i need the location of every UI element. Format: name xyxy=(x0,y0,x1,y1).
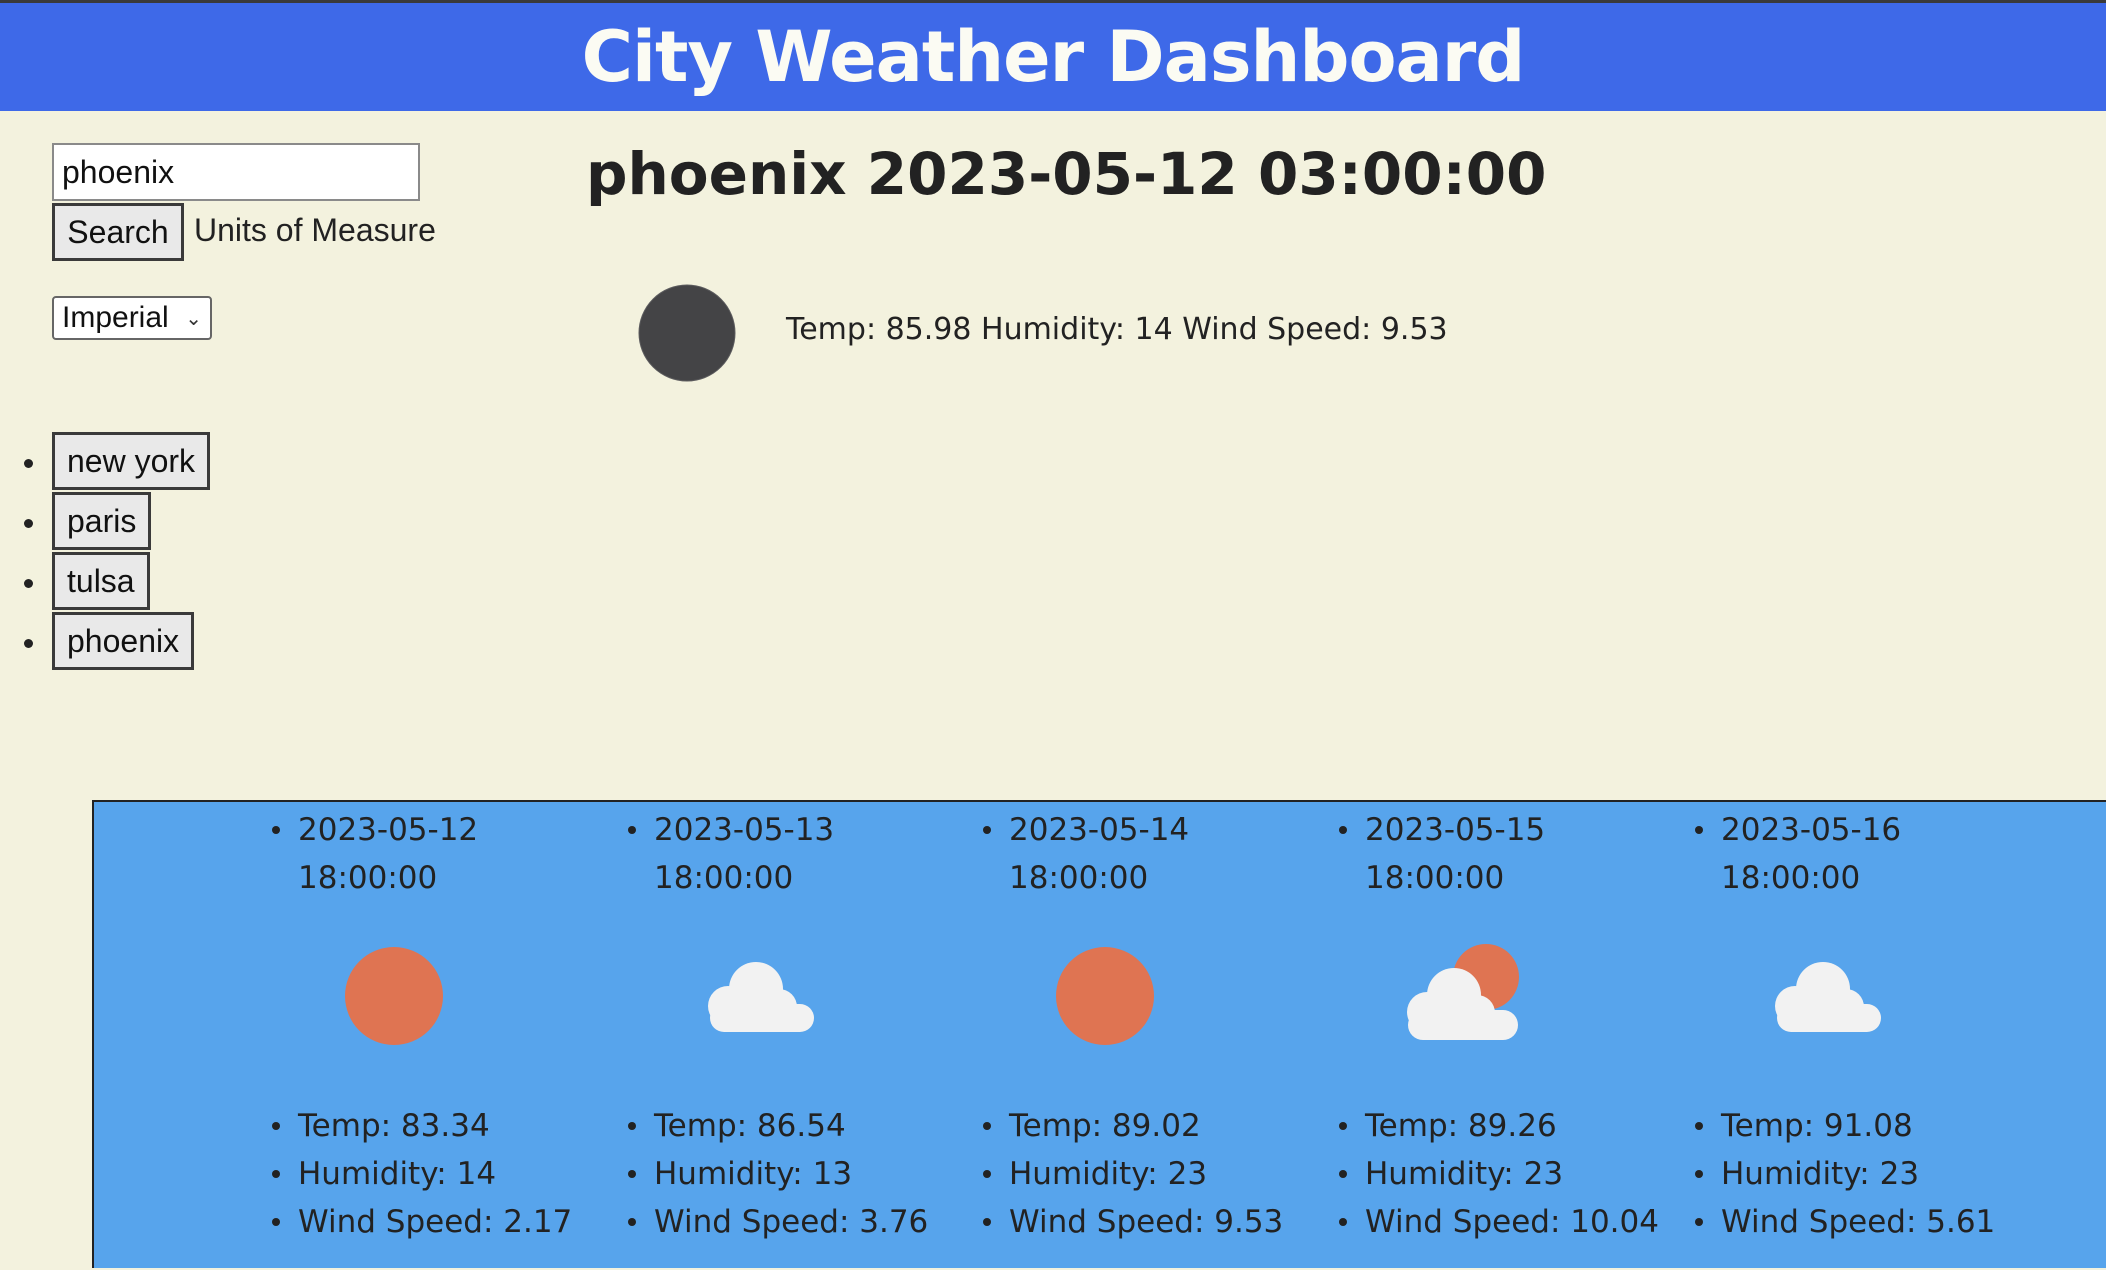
cloud-icon xyxy=(708,962,814,1032)
chevron-down-icon: ⌄ xyxy=(185,307,202,330)
page-header: City Weather Dashboard xyxy=(0,3,2106,111)
forecast-day-4: 2023-05-15 18:00:00 Temp: 89.26 Humidity… xyxy=(1161,802,1659,1270)
search-button[interactable]: Search xyxy=(52,203,184,261)
sun-icon xyxy=(1056,947,1154,1045)
five-day-forecast: 2023-05-12 18:00:00 Temp: 83.34 Humidity… xyxy=(92,800,2106,1268)
forecast-humidity: Humidity: 23 xyxy=(1694,1150,1995,1198)
forecast-day-2: 2023-05-13 18:00:00 Temp: 86.54 Humidity… xyxy=(450,802,928,1270)
forecast-day-3: 2023-05-14 18:00:00 Temp: 89.02 Humidity… xyxy=(805,802,1283,1270)
forecast-stats-list: Temp: 91.08 Humidity: 23 Wind Speed: 5.6… xyxy=(1694,1102,1995,1246)
forecast-wind-speed: Wind Speed: 5.61 xyxy=(1694,1198,1995,1246)
cloud-icon xyxy=(1775,962,1881,1032)
units-selected-value: Imperial xyxy=(62,301,169,334)
history-item: new york xyxy=(0,432,211,492)
units-of-measure-label: Units of Measure xyxy=(194,212,436,248)
history-item: tulsa xyxy=(0,552,210,612)
city-search-input[interactable] xyxy=(52,143,420,201)
sun-icon xyxy=(345,947,443,1045)
forecast-date-list: 2023-05-16 18:00:00 xyxy=(1695,806,1941,902)
forecast-day-1: 2023-05-12 18:00:00 Temp: 83.34 Humidity… xyxy=(94,802,572,1270)
forecast-date: 2023-05-16 18:00:00 xyxy=(1695,806,1941,902)
history-button-paris[interactable]: paris xyxy=(52,492,152,550)
partly-cloudy-icon xyxy=(1407,944,1519,1040)
history-button-phoenix[interactable]: phoenix xyxy=(52,612,195,670)
page-title: City Weather Dashboard xyxy=(581,16,1526,98)
units-select[interactable]: Imperial ⌄ xyxy=(52,296,212,340)
history-button-tulsa[interactable]: tulsa xyxy=(52,552,150,610)
current-weather-stats: Temp: 85.98 Humidity: 14 Wind Speed: 9.5… xyxy=(786,312,1448,347)
history-item: paris xyxy=(0,492,210,552)
history-item: phoenix xyxy=(0,612,210,672)
forecast-temp: Temp: 91.08 xyxy=(1694,1102,1995,1150)
moon-icon xyxy=(638,284,736,382)
search-history-list: new york paris tulsa phoenix xyxy=(0,432,211,672)
history-button-new-york[interactable]: new york xyxy=(52,432,211,490)
forecast-day-5: 2023-05-16 18:00:00 Temp: 91.08 Humidity… xyxy=(1517,802,1995,1270)
current-weather-title: phoenix 2023-05-12 03:00:00 xyxy=(586,140,1547,208)
